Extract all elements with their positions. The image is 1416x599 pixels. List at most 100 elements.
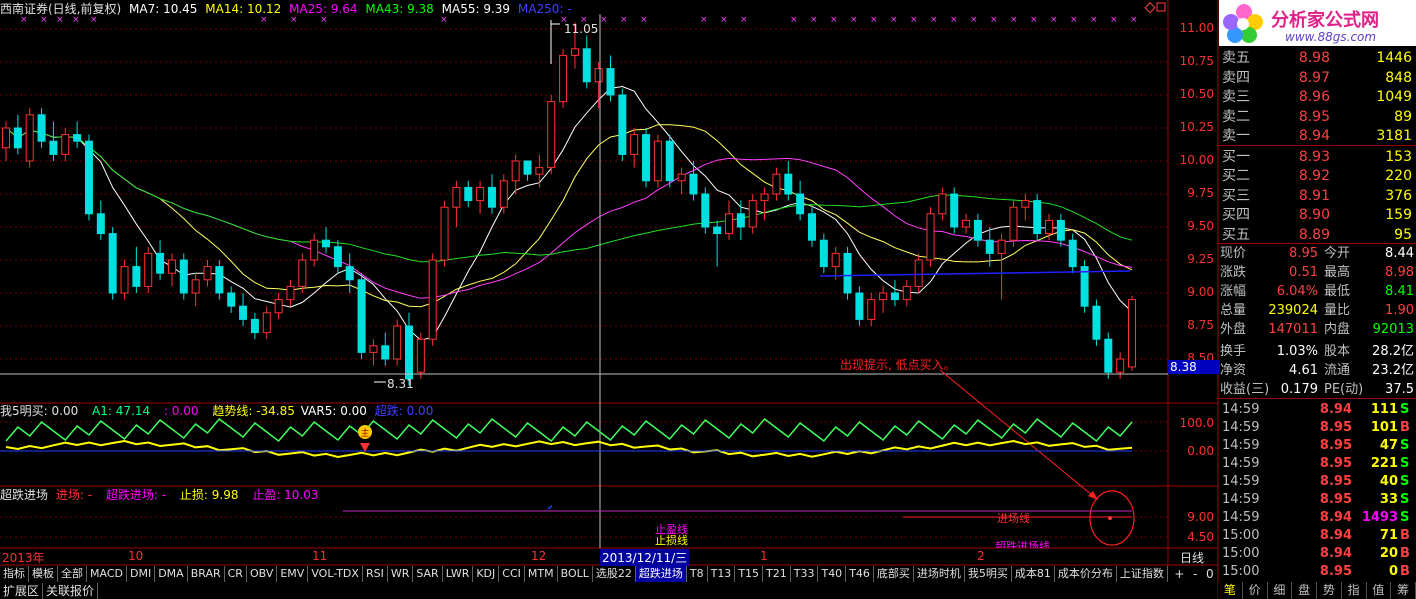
ind1-v2: : 0.00 [163,404,199,418]
indicator-tab[interactable]: RSI [363,566,388,582]
candle [665,134,674,188]
panel-tab[interactable]: 价 [1242,582,1268,599]
panel-tab[interactable]: 笔 [1218,582,1243,599]
indicator-tab[interactable]: 成本81 [1012,566,1055,582]
indicator-tab[interactable]: 选股22 [593,566,636,582]
candle [250,312,259,340]
indicator-tab[interactable]: 成本价分布 [1055,566,1117,582]
indicator-tab[interactable]: MACD [87,566,127,582]
order-price: 8.95 [1298,108,1330,125]
tick-side: S [1400,474,1410,489]
zoom-out-button[interactable]: - [1193,566,1197,582]
order-row: 买二 8.92 220 [1218,166,1414,186]
bottom-left-bar: 扩展区 关联报价 [0,583,99,599]
indicator-tab[interactable]: BOLL [558,566,593,582]
ind1-name: 我5明买 [0,404,44,418]
stat-row: 净资 4.61 流通 23.2亿 [1218,361,1414,380]
indicator-tab[interactable]: T8 [687,566,708,582]
order-price: 8.93 [1298,148,1330,165]
tick-time: 14:59 [1222,456,1260,471]
order-price: 8.89 [1298,226,1330,243]
indicator-tab[interactable]: SAR [413,566,443,582]
indicator-tab[interactable]: DMA [155,566,188,582]
indicator-tab[interactable]: KDJ [473,566,500,582]
indicator-tab[interactable]: WR [388,566,414,582]
candle [369,339,378,366]
indicator-tab[interactable]: EMV [277,566,309,582]
tick-side: S [1400,402,1410,417]
stat-value: 6.04% [1276,284,1318,299]
indicator-tab[interactable]: OBV [247,566,278,582]
signal-mark: × [20,15,28,25]
ma14-value: MA14: 10.12 [205,2,282,16]
stat-value: 0.51 [1289,265,1318,280]
tick-row: 14:59 8.94 111 S [1218,401,1414,419]
tick-volume: 1493 [1361,510,1398,525]
zoom-in-button[interactable]: + [1174,566,1184,582]
reset-button[interactable]: 0 [1206,566,1214,582]
panel-tab[interactable]: 细 [1267,582,1293,599]
signal-mark: × [640,15,648,25]
related-quote-tab[interactable]: 关联报价 [43,583,99,599]
indicator-tab[interactable]: VOL-TDX [308,566,363,582]
indicator-tab[interactable]: T33 [791,566,819,582]
panel-tab[interactable]: 筹 [1391,582,1416,599]
entry-line-label: 进场线 [997,512,1030,525]
panel-tab[interactable]: 值 [1366,582,1392,599]
indicator-tab[interactable]: T15 [735,566,764,582]
indicator-tab[interactable]: CCI [499,566,525,582]
period-label[interactable]: 日线 [1180,549,1204,566]
panel-tab[interactable]: 盘 [1292,582,1317,599]
candle [96,200,105,241]
panel-tab[interactable]: 势 [1317,582,1342,599]
indicator-tab[interactable]: BRAR [188,566,225,582]
indicator-tab[interactable]: CR [225,566,247,582]
order-price: 8.94 [1298,128,1330,144]
indicator-tab[interactable]: 模板 [29,566,58,582]
candle [487,174,496,214]
signal-mark: × [320,15,328,25]
ind1-trend: 趋势线: -34.85 [212,404,295,418]
candle [25,108,34,168]
panel-tab[interactable]: 指 [1341,582,1367,599]
order-row: 卖四 8.97 848 [1218,68,1414,88]
tick-volume: 20 [1379,546,1398,561]
indicator-tab[interactable]: 我5明买 [965,566,1012,582]
indicator-tab[interactable]: LWR [443,566,474,582]
order-volume: 220 [1385,168,1412,184]
indicator-tab[interactable]: T13 [708,566,736,582]
signal-mark: × [890,15,898,25]
indicator-tab[interactable]: 指标 [0,566,29,582]
indicator-tab[interactable]: 进场时机 [914,566,965,582]
ma55-value: MA55: 9.39 [441,2,511,16]
indicator-tab[interactable]: DMI [127,566,156,582]
extension-area-tab[interactable]: 扩展区 [0,583,44,599]
candle [310,233,319,267]
stat-row: 换手 1.03% 股本 28.2亿 [1218,342,1414,361]
indicator-tab[interactable]: T40 [818,566,847,582]
candle [345,253,354,293]
time-month-10: 10 [128,549,144,563]
candle [61,128,70,161]
indicator-tab[interactable]: T46 [846,566,874,582]
candle [748,194,757,234]
indicator-tab[interactable]: 上证指数 [1117,566,1168,582]
indicator-tab[interactable]: MTM [525,566,558,582]
indicator-tab[interactable]: 全部 [58,566,87,582]
indicator-tab[interactable]: 超跌进场 [635,566,687,582]
candle [772,167,781,201]
tick-time: 14:59 [1222,510,1260,525]
candle [902,279,911,307]
candle [1068,233,1077,274]
order-volume: 3181 [1376,128,1412,144]
order-row: 卖二 8.95 89 [1218,107,1414,127]
candle [926,207,935,267]
tick-volume: 221 [1370,456,1398,471]
order-volume: 159 [1385,207,1412,223]
ind2-name: 超跌进场 [0,488,49,502]
price-axis-label: 9.50 [1187,219,1214,233]
stat-label: 最高 [1324,265,1351,280]
tick-side: S [1400,510,1410,525]
indicator-tab[interactable]: T21 [763,566,791,582]
indicator-tab[interactable]: 底部买 [874,566,914,582]
